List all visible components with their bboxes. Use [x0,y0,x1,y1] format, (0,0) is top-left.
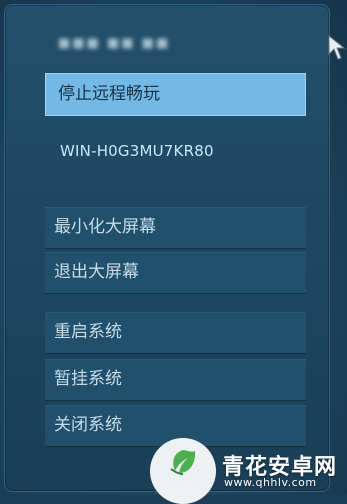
cursor-arrow-icon [328,34,346,60]
minimize-big-picture-button[interactable]: 最小化大屏幕 [45,207,306,248]
watermark-url: www.qhhlv.com [224,476,317,489]
exit-big-picture-button[interactable]: 退出大屏幕 [45,252,306,293]
username-obscured: ■■■ ■■ ■■ [58,36,171,51]
leaf-logo-icon [170,450,196,475]
stop-remote-play-button[interactable]: 停止远程畅玩 [45,73,306,116]
suspend-system-button[interactable]: 暂挂系统 [45,359,306,400]
host-name: WIN-H0G3MU7KR80 [60,142,214,160]
restart-system-button[interactable]: 重启系统 [45,312,306,353]
